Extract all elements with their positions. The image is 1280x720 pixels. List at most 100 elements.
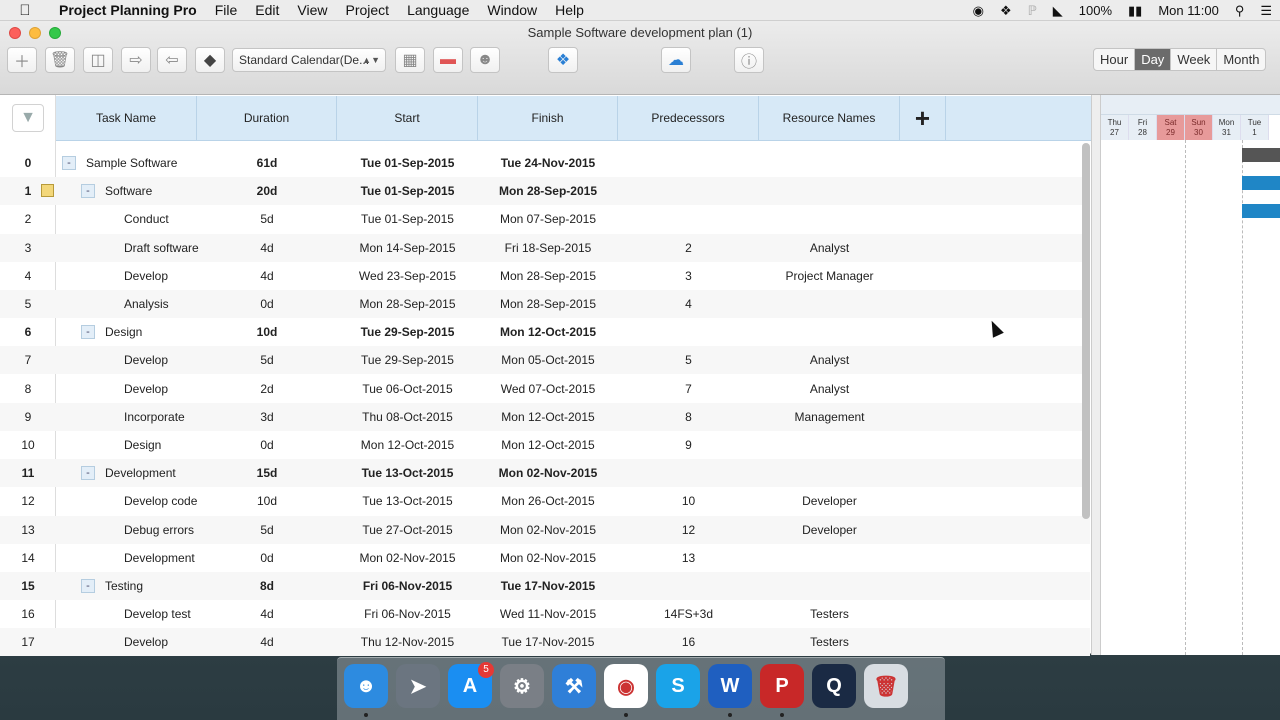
- task-name-cell[interactable]: Design: [124, 431, 161, 459]
- header-duration[interactable]: Duration: [197, 96, 337, 141]
- dock-trash-icon[interactable]: 🗑: [864, 664, 908, 708]
- row-number[interactable]: 16: [0, 600, 56, 628]
- gantt-task-bar[interactable]: [1242, 176, 1280, 190]
- resources-button[interactable]: ☻: [470, 47, 500, 73]
- duration-cell[interactable]: 20d: [197, 177, 337, 205]
- task-name-cell[interactable]: Incorporate: [124, 403, 185, 431]
- predecessors-cell[interactable]: 9: [618, 431, 759, 459]
- icloud-button[interactable]: ☁: [661, 47, 691, 73]
- vertical-scrollbar[interactable]: [1082, 143, 1090, 519]
- start-cell[interactable]: Fri 06-Nov-2015: [337, 600, 478, 628]
- start-cell[interactable]: Fri 06-Nov-2015: [337, 572, 478, 600]
- predecessors-cell[interactable]: 7: [618, 375, 759, 403]
- task-row[interactable]: 16 Develop test 4d Fri 06-Nov-2015 Wed 11-No…: [0, 600, 1090, 628]
- row-number[interactable]: 2: [0, 205, 56, 233]
- row-number[interactable]: 17: [0, 628, 56, 656]
- collapse-toggle[interactable]: -: [81, 184, 95, 199]
- dock-finder-icon[interactable]: ☻: [344, 664, 388, 708]
- finish-cell[interactable]: Fri 18-Sep-2015: [478, 234, 618, 262]
- row-number[interactable]: 4: [0, 262, 56, 290]
- critical-path-button[interactable]: ▬: [433, 47, 463, 73]
- milestone-button[interactable]: ◆: [195, 47, 225, 73]
- task-name-cell[interactable]: Development: [124, 544, 195, 572]
- finish-cell[interactable]: Tue 17-Nov-2015: [478, 572, 618, 600]
- row-number[interactable]: 0: [0, 149, 56, 177]
- predecessors-cell[interactable]: 14FS+3d: [618, 600, 759, 628]
- menu-help[interactable]: Help: [546, 2, 593, 18]
- dock-project-planning-pro-icon[interactable]: P: [760, 664, 804, 708]
- finish-cell[interactable]: Wed 07-Oct-2015: [478, 375, 618, 403]
- scale-month-button[interactable]: Month: [1217, 49, 1265, 70]
- row-number[interactable]: 3: [0, 234, 56, 262]
- task-row[interactable]: 6 - Design 10d Tue 29-Sep-2015 Mon 12-Oct-201…: [0, 318, 1090, 346]
- duration-cell[interactable]: 5d: [197, 516, 337, 544]
- start-cell[interactable]: Mon 28-Sep-2015: [337, 290, 478, 318]
- row-number[interactable]: 11: [0, 459, 56, 487]
- dropbox-icon[interactable]: ❖: [992, 3, 1020, 19]
- start-cell[interactable]: Tue 27-Oct-2015: [337, 516, 478, 544]
- predecessors-cell[interactable]: 3: [618, 262, 759, 290]
- row-number[interactable]: 5: [0, 290, 56, 318]
- finish-cell[interactable]: Tue 24-Nov-2015: [478, 149, 618, 177]
- task-row[interactable]: 12 Develop code 10d Tue 13-Oct-2015 Mon 26-O…: [0, 487, 1090, 515]
- note-icon[interactable]: [41, 184, 54, 198]
- menu-edit[interactable]: Edit: [246, 2, 288, 18]
- gantt-summary-bar[interactable]: [1242, 148, 1280, 162]
- record-icon[interactable]: ◉: [965, 3, 992, 19]
- task-row[interactable]: 9 Incorporate 3d Thu 08-Oct-2015 Mon 12-Oct-…: [0, 402, 1090, 431]
- row-number[interactable]: 9: [0, 403, 56, 431]
- collapse-toggle[interactable]: -: [81, 579, 95, 593]
- header-finish[interactable]: Finish: [478, 96, 618, 141]
- header-predecessors[interactable]: Predecessors: [618, 96, 759, 141]
- predecessors-cell[interactable]: 16: [618, 628, 759, 656]
- predecessors-cell[interactable]: 5: [618, 346, 759, 374]
- row-number[interactable]: 10: [0, 431, 56, 459]
- delete-task-button[interactable]: 🗑: [45, 47, 75, 73]
- start-cell[interactable]: Tue 01-Sep-2015: [337, 149, 478, 177]
- scale-hour-button[interactable]: Hour: [1094, 49, 1136, 70]
- header-task-name[interactable]: Task Name: [56, 96, 197, 141]
- row-number[interactable]: 8: [0, 375, 56, 403]
- task-name-cell[interactable]: Develop test: [124, 600, 191, 628]
- task-name-cell[interactable]: Development: [105, 459, 176, 487]
- dock-skype-icon[interactable]: S: [656, 664, 700, 708]
- calendar-button[interactable]: ▦: [395, 47, 425, 73]
- indent-button[interactable]: ⇨: [121, 47, 151, 73]
- info-button[interactable]: ⓘ: [734, 47, 764, 73]
- start-cell[interactable]: Wed 23-Sep-2015: [337, 262, 478, 290]
- finish-cell[interactable]: Mon 02-Nov-2015: [478, 516, 618, 544]
- task-row[interactable]: 15 - Testing 8d Fri 06-Nov-2015 Tue 17-Nov-20…: [0, 572, 1090, 600]
- add-task-button[interactable]: ＋: [7, 47, 37, 73]
- task-name-cell[interactable]: Develop: [124, 375, 168, 403]
- battery-icon[interactable]: ▮▮: [1120, 3, 1150, 19]
- menu-window[interactable]: Window: [478, 2, 546, 18]
- duration-cell[interactable]: 2d: [197, 375, 337, 403]
- dock-chrome-icon[interactable]: ◉: [604, 664, 648, 708]
- start-cell[interactable]: Tue 29-Sep-2015: [337, 346, 478, 374]
- task-row[interactable]: 7 Develop 5d Tue 29-Sep-2015 Mon 05-Oct-2015…: [0, 346, 1090, 375]
- task-row[interactable]: 4 Develop 4d Wed 23-Sep-2015 Mon 28-Sep-2015…: [0, 262, 1090, 290]
- task-name-cell[interactable]: Sample Software: [86, 149, 177, 177]
- finish-cell[interactable]: Mon 28-Sep-2015: [478, 177, 618, 205]
- task-name-cell[interactable]: Draft software: [124, 234, 199, 262]
- finish-cell[interactable]: Wed 11-Nov-2015: [478, 600, 618, 628]
- finish-cell[interactable]: Mon 07-Sep-2015: [478, 205, 618, 233]
- header-resource-names[interactable]: Resource Names: [759, 96, 900, 141]
- predecessors-cell[interactable]: 4: [618, 290, 759, 318]
- resource-cell[interactable]: Analyst: [759, 375, 900, 403]
- start-cell[interactable]: Mon 02-Nov-2015: [337, 544, 478, 572]
- task-name-cell[interactable]: Develop code: [124, 487, 197, 515]
- duration-cell[interactable]: 8d: [197, 572, 337, 600]
- start-cell[interactable]: Thu 08-Oct-2015: [337, 403, 478, 431]
- duration-cell[interactable]: 3d: [197, 403, 337, 431]
- duration-cell[interactable]: 4d: [197, 234, 337, 262]
- start-cell[interactable]: Mon 14-Sep-2015: [337, 234, 478, 262]
- task-name-cell[interactable]: Develop: [124, 262, 168, 290]
- start-cell[interactable]: Tue 29-Sep-2015: [337, 318, 478, 346]
- start-cell[interactable]: Tue 06-Oct-2015: [337, 375, 478, 403]
- start-cell[interactable]: Thu 12-Nov-2015: [337, 628, 478, 656]
- predecessors-cell[interactable]: 13: [618, 544, 759, 572]
- row-number[interactable]: 15: [0, 572, 56, 600]
- task-row[interactable]: 14 Development 0d Mon 02-Nov-2015 Mon 02-Nov…: [0, 544, 1090, 572]
- start-cell[interactable]: Tue 01-Sep-2015: [337, 177, 478, 205]
